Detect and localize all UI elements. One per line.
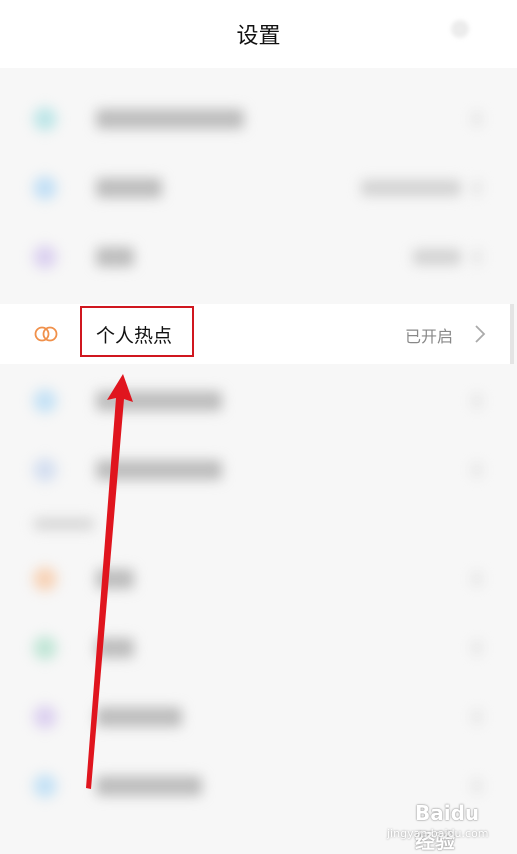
watermark-url: jingyan.baidu.com [387,827,489,840]
annotation-arrow [86,374,133,789]
watermark: Baidu 经验 jingyan.baidu.com [387,795,497,853]
